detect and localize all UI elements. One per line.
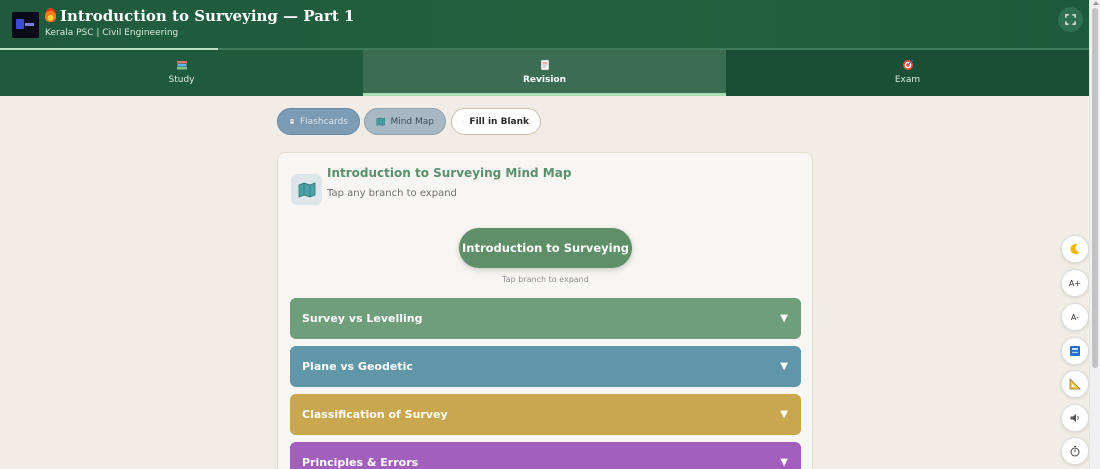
branch-label: Plane vs Geodetic bbox=[302, 360, 413, 373]
read-aloud-button[interactable] bbox=[1061, 404, 1089, 432]
scroll-up-icon[interactable] bbox=[1093, 1, 1099, 5]
branch-label: Survey vs Levelling bbox=[302, 312, 423, 325]
branch-principles-and-errors[interactable]: Principles & Errors ▼ bbox=[290, 442, 801, 469]
dark-mode-button[interactable] bbox=[1061, 235, 1089, 263]
page-title: Introduction to Surveying — Part 1 bbox=[45, 7, 354, 25]
speaker-icon bbox=[1070, 414, 1079, 422]
triangular-ruler-icon bbox=[1069, 378, 1081, 390]
app-header: Introduction to Surveying — Part 1 Keral… bbox=[0, 0, 1089, 48]
memo-icon bbox=[540, 59, 549, 71]
chevron-down-icon: ▼ bbox=[780, 409, 788, 420]
expand-icon bbox=[1065, 14, 1076, 25]
calculator-button[interactable] bbox=[1061, 337, 1089, 365]
tab-exam[interactable]: Exam bbox=[726, 50, 1089, 96]
map-icon bbox=[291, 174, 322, 205]
mind-map-button[interactable]: Mind Map bbox=[364, 108, 446, 135]
flame-icon bbox=[45, 8, 56, 22]
mind-map-card: Introduction to Surveying Mind Map Tap a… bbox=[277, 152, 813, 469]
flashcard-icon bbox=[289, 118, 295, 125]
scrollbar-thumb[interactable] bbox=[1092, 8, 1098, 368]
root-hint: Tap branch to expand bbox=[502, 275, 589, 284]
font-decrease-button[interactable]: A- bbox=[1061, 303, 1089, 331]
chevron-down-icon: ▼ bbox=[780, 313, 788, 324]
fullscreen-button[interactable] bbox=[1058, 7, 1083, 32]
page-subtitle: Kerala PSC | Civil Engineering bbox=[45, 28, 179, 38]
main-tabs: Study Revision Exam bbox=[0, 50, 1089, 96]
chevron-down-icon: ▼ bbox=[780, 361, 788, 372]
branch-plane-vs-geodetic[interactable]: Plane vs Geodetic ▼ bbox=[290, 346, 801, 387]
calculator-icon bbox=[1070, 346, 1080, 356]
moon-icon bbox=[1070, 244, 1080, 255]
timer-button[interactable] bbox=[1061, 437, 1089, 465]
font-increase-button[interactable]: A+ bbox=[1061, 269, 1089, 297]
target-icon bbox=[902, 59, 913, 70]
ruler-button[interactable] bbox=[1061, 370, 1089, 398]
branch-label: Classification of Survey bbox=[302, 408, 448, 421]
map-icon bbox=[376, 117, 385, 126]
app-logo bbox=[12, 12, 39, 38]
mind-map-title: Introduction to Surveying Mind Map bbox=[327, 166, 572, 180]
stopwatch-icon bbox=[1070, 446, 1080, 457]
mind-map-root-node[interactable]: Introduction to Surveying bbox=[459, 228, 632, 268]
tab-revision[interactable]: Revision bbox=[363, 50, 726, 96]
branch-classification-of-survey[interactable]: Classification of Survey ▼ bbox=[290, 394, 801, 435]
flashcards-button[interactable]: Flashcards bbox=[277, 108, 360, 135]
pencil-icon bbox=[463, 120, 465, 123]
page-scrollbar[interactable] bbox=[1089, 0, 1100, 469]
fill-in-blank-button[interactable]: Fill in Blank bbox=[451, 108, 541, 135]
mind-map-subtitle: Tap any branch to expand bbox=[327, 188, 457, 199]
branch-label: Principles & Errors bbox=[302, 456, 419, 469]
chevron-down-icon: ▼ bbox=[780, 457, 788, 468]
branch-survey-vs-levelling[interactable]: Survey vs Levelling ▼ bbox=[290, 298, 801, 339]
tab-study[interactable]: Study bbox=[0, 50, 363, 96]
books-icon bbox=[176, 61, 187, 70]
